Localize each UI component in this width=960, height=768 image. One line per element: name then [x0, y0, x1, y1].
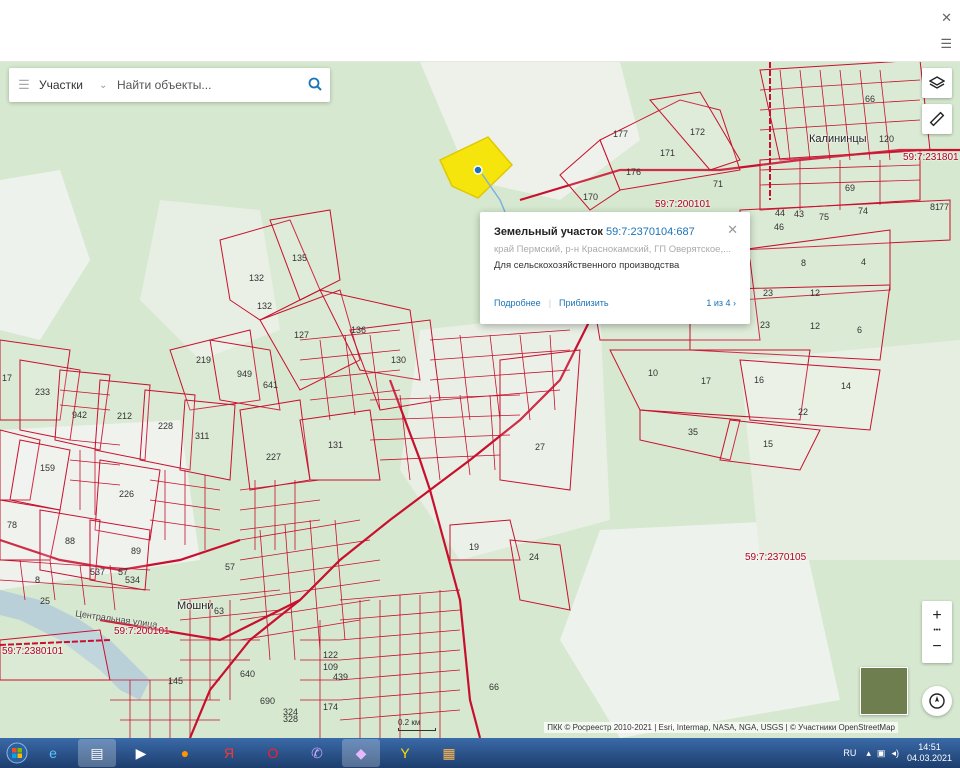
zoom-out-button[interactable]: − — [932, 636, 941, 658]
cadastral-quarter-label: 59:7:2380101 — [2, 646, 64, 657]
layers-button[interactable] — [922, 68, 952, 98]
ruler-icon — [929, 111, 945, 127]
firefox-taskbar-icon[interactable]: ● — [166, 739, 204, 767]
map-attribution: ПКК © Росреестр 2010-2021 | Esri, Interm… — [544, 722, 898, 733]
village-label-kalinintsy: Калининцы — [809, 133, 867, 145]
cadastral-quarter-label: 59:7:231801 — [903, 152, 959, 163]
minimap[interactable] — [860, 667, 908, 715]
explorer-taskbar-icon[interactable]: ▤ — [78, 739, 116, 767]
app-taskbar-icon[interactable]: ▦ — [430, 739, 468, 767]
village-label-moshni: Мошни — [177, 600, 214, 612]
popup-cadastral-number[interactable]: 59:7:2370104:687 — [606, 226, 695, 238]
result-counter: 1 из 4 › — [706, 298, 736, 308]
zoom-control: + ••• − — [922, 601, 952, 663]
layer-select-label[interactable]: Участки — [39, 78, 99, 92]
browser-top-bar: ✕ ☰ — [0, 0, 960, 62]
cadastral-quarter-label: 59:7:200101 — [114, 626, 170, 637]
layers-icon — [929, 76, 945, 89]
more-details-link[interactable]: Подробнее — [494, 298, 541, 308]
language-indicator[interactable]: RU — [843, 748, 856, 758]
popup-title: Земельный участок 59:7:2370104:687 — [494, 226, 695, 238]
map-canvas[interactable]: 177 172 171 176 170 132 135 132 127 136 … — [0, 62, 960, 738]
popup-address: край Пермский, р-н Краснокамский, ГП Ове… — [494, 244, 732, 255]
clock[interactable]: 14:51 04.03.2021 — [907, 742, 952, 764]
search-input[interactable] — [117, 78, 300, 92]
system-tray: RU ▴ ▣ ◂) 14:51 04.03.2021 — [843, 742, 960, 764]
windows-taskbar: e ▤ ▶ ● Я O ✆ ◆ Y ▦ RU ▴ ▣ ◂) 14:51 04.0… — [0, 738, 960, 768]
menu-icon[interactable]: ☰ — [940, 36, 952, 52]
hamburger-icon[interactable]: ☰ — [9, 77, 39, 93]
chevron-right-icon[interactable]: › — [733, 298, 736, 308]
close-icon[interactable]: ✕ — [727, 222, 738, 238]
tray-arrow-icon[interactable]: ▴ — [866, 748, 871, 759]
viber-taskbar-icon[interactable]: ✆ — [298, 739, 336, 767]
popup-usage: Для сельскохозяйственного производства — [494, 260, 680, 271]
scale-bar: 0.2 км — [398, 718, 436, 731]
parcel-info-popup: Земельный участок 59:7:2370104:687 ✕ кра… — [480, 212, 750, 324]
search-box: ☰ Участки ⌄ — [9, 68, 330, 102]
zoom-more-button[interactable]: ••• — [933, 626, 940, 636]
zoom-in-button[interactable]: + — [932, 606, 941, 626]
start-button[interactable] — [0, 738, 34, 768]
cadastral-quarter-label: 59:7:2370105 — [745, 552, 807, 563]
windows-logo-icon — [6, 742, 28, 764]
chevron-down-icon[interactable]: ⌄ — [99, 80, 117, 91]
zoom-to-link[interactable]: Приблизить — [559, 298, 609, 308]
parcel-marker — [473, 165, 483, 175]
media-player-taskbar-icon[interactable]: ▶ — [122, 739, 160, 767]
yandex-taskbar-icon[interactable]: Я — [210, 739, 248, 767]
compass-icon — [929, 693, 945, 709]
close-icon[interactable]: ✕ — [941, 10, 952, 26]
ie-taskbar-icon[interactable]: e — [34, 739, 72, 767]
network-icon[interactable]: ▣ — [877, 748, 886, 759]
cadastral-quarter-label: 59:7:200101 — [655, 199, 711, 210]
compass-button[interactable] — [922, 686, 952, 716]
ruler-button[interactable] — [922, 104, 952, 134]
search-icon[interactable] — [300, 77, 330, 94]
yandex-browser-taskbar-icon[interactable]: Y — [386, 739, 424, 767]
browser-taskbar-icon[interactable]: ◆ — [342, 739, 380, 767]
opera-taskbar-icon[interactable]: O — [254, 739, 292, 767]
volume-icon[interactable]: ◂) — [891, 748, 899, 759]
